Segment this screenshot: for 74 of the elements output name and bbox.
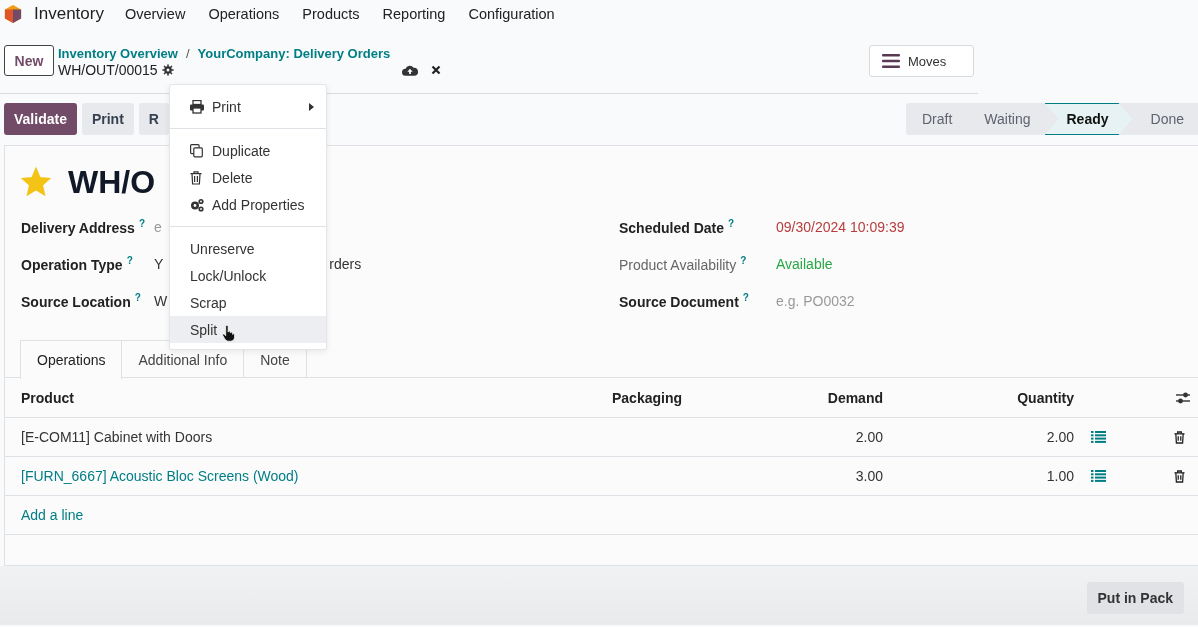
trash-icon [190,170,204,185]
put-in-pack-button[interactable]: Put in Pack [1086,582,1184,614]
nav-menu-item[interactable]: Reporting [382,6,446,22]
hand-cursor-icon [222,325,235,342]
validate-button[interactable]: Validate [4,103,77,135]
field-value[interactable]: Y [154,256,164,272]
table-cell-text: [E-COM11] Cabinet with Doors [20,429,214,445]
table-cell-text: 2.00 [854,429,884,445]
menu-item[interactable]: Add Properties [170,191,326,218]
details-list-icon[interactable] [1091,431,1106,443]
add-line-link[interactable]: Add a line [5,507,768,523]
delete-icon[interactable] [1174,469,1185,483]
app-name[interactable]: Inventory [34,4,104,24]
nav-menu-item[interactable]: Configuration [468,6,555,22]
help-tooltip[interactable]: ? [138,218,145,230]
status-stage[interactable]: Draft [906,103,967,135]
menu-item[interactable]: Split [170,316,326,343]
menu-item[interactable]: Unreserve [170,235,326,262]
nav-menu-item[interactable]: Products [302,6,360,22]
action-button[interactable]: R [138,103,169,135]
menu-item[interactable]: Lock/Unlock [170,262,326,289]
help-tooltip[interactable]: ? [728,218,735,230]
list-icon [882,54,900,68]
field-label: Operation Type [21,256,123,273]
field-value[interactable]: 09/30/2024 10:09:39 [776,219,905,235]
table-cell[interactable]: [FURN_6667] Acoustic Bloc Screens (Wood) [5,468,608,484]
field-value[interactable]: rders [329,256,362,272]
status-stage[interactable]: Waiting [966,103,1045,135]
column-settings-icon[interactable] [1176,391,1190,404]
breadcrumb-link[interactable]: Inventory Overview [58,46,178,61]
details-list-icon[interactable] [1091,470,1106,482]
breadcrumb-separator: / [185,46,190,61]
close-icon[interactable] [430,65,441,75]
help-tooltip[interactable]: ? [742,292,749,304]
help-tooltip[interactable]: ? [740,255,747,267]
caret-icon [309,102,314,111]
field-label: Product Availability [619,256,737,273]
menu-item[interactable]: Duplicate [170,137,326,164]
field-label: Delivery Address [21,219,135,236]
copy-icon [190,143,204,158]
moves-button[interactable]: Moves [869,45,974,77]
settings-icon[interactable] [161,64,174,76]
field-label: Scheduled Date [619,219,725,236]
field-value[interactable]: W [154,293,168,309]
column-header[interactable]: Product [5,389,608,406]
tab[interactable]: Operations [20,340,123,379]
menu-item[interactable]: Delete [170,164,326,191]
breadcrumb-link[interactable]: YourCompany: Delivery Orders [197,46,391,61]
new-button[interactable]: New [4,45,54,76]
nav-menu-item[interactable]: Overview [124,6,186,22]
record-name: WH/OUT/00015 [58,62,158,78]
column-header[interactable]: Quantity [888,389,1079,406]
record-title: WH/O [68,163,156,201]
help-tooltip[interactable]: ? [126,255,133,267]
status-stage[interactable]: Ready [1044,103,1133,135]
status-stage[interactable]: Done [1132,103,1198,135]
printer-icon [190,99,204,114]
column-header[interactable]: Demand [768,389,888,406]
star-icon[interactable] [21,167,51,197]
gears-icon [190,197,204,212]
menu-item[interactable]: Print [170,93,326,120]
nav-menu-item[interactable]: Operations [208,6,280,22]
help-tooltip[interactable]: ? [134,292,141,304]
delete-icon[interactable] [1174,430,1185,444]
table-cell-text: 1.00 [1045,468,1075,484]
table-cell-text: 2.00 [1045,429,1075,445]
table-cell-text: 3.00 [854,468,884,484]
cloud-upload-icon[interactable] [401,63,418,77]
field-label: Source Location [21,293,131,310]
column-header[interactable]: Packaging [608,389,768,406]
menu-item[interactable]: Scrap [170,289,326,316]
action-button[interactable]: Print [81,103,134,135]
field-label: Source Document [619,293,739,310]
app-logo-icon [4,4,22,24]
